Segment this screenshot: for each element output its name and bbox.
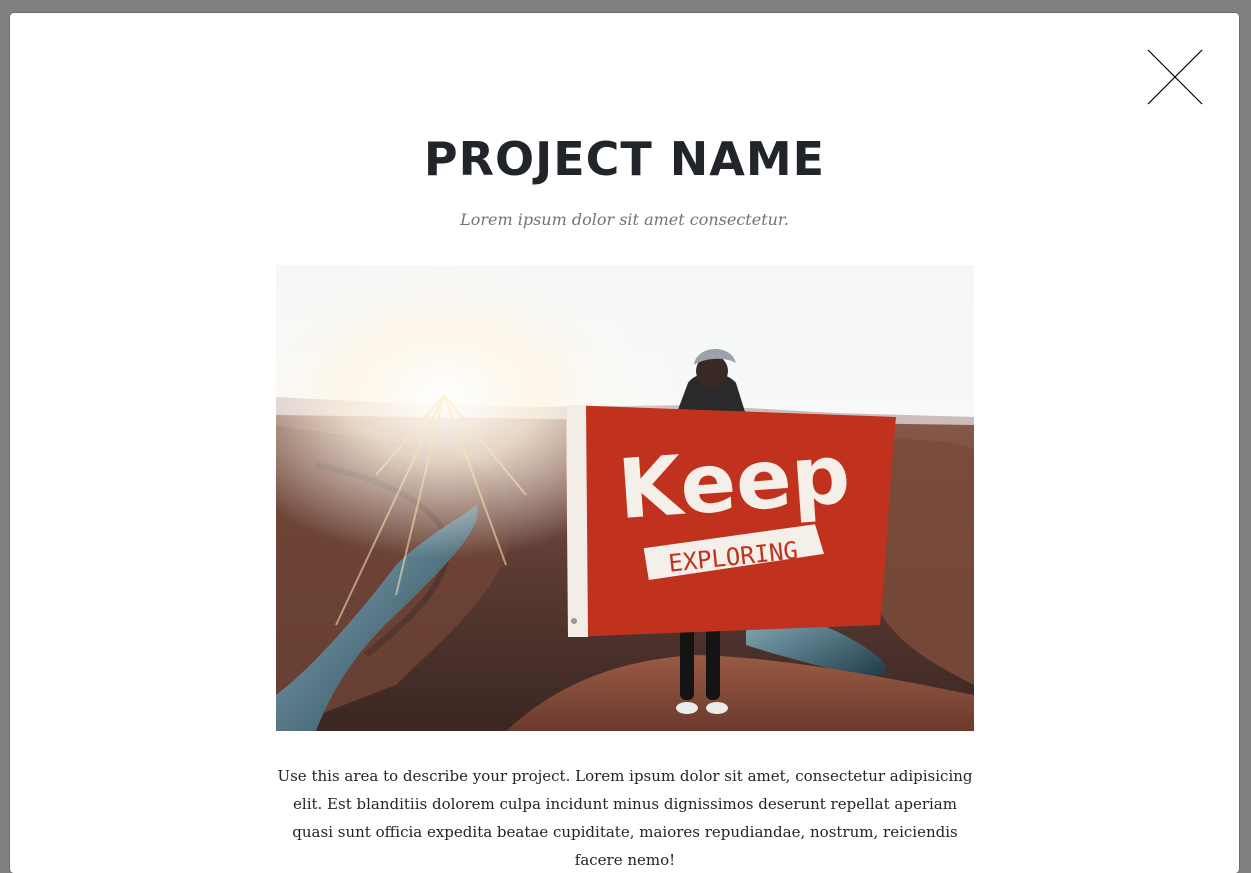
close-button[interactable] bbox=[1147, 49, 1203, 105]
portfolio-modal: PROJECT NAME Lorem ipsum dolor sit amet … bbox=[10, 13, 1239, 873]
project-subtitle: Lorem ipsum dolor sit amet consectetur. bbox=[460, 210, 789, 229]
close-icon bbox=[1147, 49, 1203, 105]
flag-text-main: Keep bbox=[615, 427, 853, 538]
project-image: Keep EXPLORING bbox=[276, 265, 974, 731]
project-description: Use this area to describe your project. … bbox=[277, 767, 973, 869]
project-title: PROJECT NAME bbox=[423, 132, 826, 186]
